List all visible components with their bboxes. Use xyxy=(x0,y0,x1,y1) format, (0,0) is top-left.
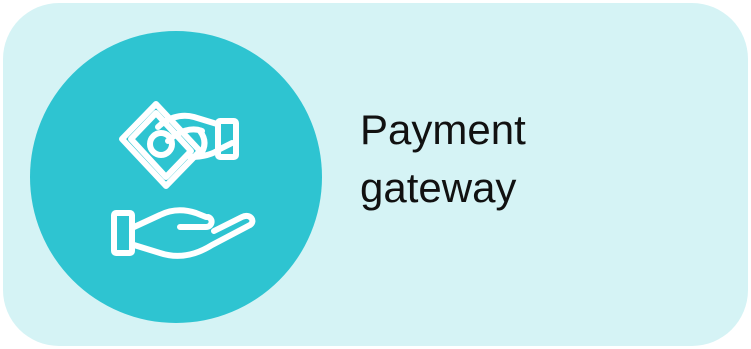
payment-gateway-card: Payment gateway xyxy=(3,3,748,346)
icon-badge xyxy=(30,31,322,323)
card-title: Payment gateway xyxy=(360,106,526,211)
hand-giving-money-icon xyxy=(111,101,256,259)
